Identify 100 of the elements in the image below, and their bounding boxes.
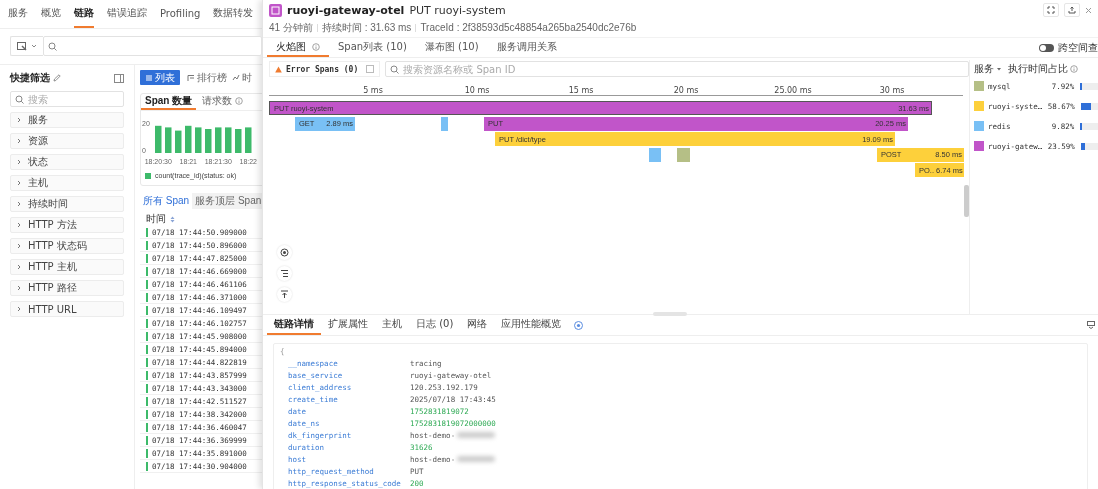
- checkbox[interactable]: [366, 65, 375, 73]
- chevron-icon: [16, 138, 22, 144]
- detail-tab[interactable]: 链路详情: [267, 315, 321, 335]
- view-tab[interactable]: Span列表 (10): [329, 38, 416, 57]
- legend-swatch: [145, 172, 151, 179]
- search-icon: [390, 64, 400, 74]
- chart-bar: [175, 130, 182, 153]
- line-chart-icon: [232, 73, 240, 82]
- search-icon: [48, 41, 57, 51]
- table-tab[interactable]: 服务顶层 Span: [192, 193, 262, 209]
- tool-button[interactable]: [277, 245, 292, 260]
- chart-bar: [225, 127, 232, 153]
- tool-button[interactable]: [277, 287, 292, 302]
- collapse-panel-icon[interactable]: [1087, 321, 1095, 329]
- chart-bar: [195, 127, 202, 153]
- filter-item[interactable]: 资源: [10, 133, 124, 149]
- selector-icon: [17, 41, 27, 51]
- view-tab[interactable]: 服务调用关系: [487, 38, 566, 57]
- export-icon: [1068, 6, 1076, 14]
- filter-item[interactable]: HTTP 状态码: [10, 238, 124, 254]
- info-icon: [312, 42, 320, 51]
- chart-bar: [185, 125, 192, 153]
- detail-tab[interactable]: 日志 (0): [409, 315, 461, 335]
- filter-item[interactable]: 状态: [10, 154, 124, 170]
- panel-icon[interactable]: [114, 73, 124, 83]
- list-icon: [280, 269, 289, 278]
- axis-label: 30 ms: [879, 86, 905, 95]
- filter-item[interactable]: 服务: [10, 112, 124, 128]
- nav-tab[interactable]: 错误追踪: [107, 0, 147, 28]
- column-header[interactable]: 执行时间占比: [1008, 62, 1068, 76]
- chevron-icon: [16, 243, 22, 249]
- detail-tab[interactable]: 扩展属性: [321, 315, 375, 335]
- detail-tab[interactable]: 网络: [460, 315, 495, 335]
- collapse-icon: [280, 290, 289, 299]
- detail-tab[interactable]: 主机: [375, 315, 409, 335]
- filter-item[interactable]: HTTP URL: [10, 301, 124, 317]
- error-spans-label: Error Spans (0): [286, 64, 359, 74]
- chevron-icon: [16, 285, 22, 291]
- column-header[interactable]: 时间: [146, 212, 166, 226]
- view-button[interactable]: 时: [231, 70, 253, 85]
- chart-tab[interactable]: 请求数: [198, 94, 248, 110]
- search-field[interactable]: 搜索: [10, 91, 124, 107]
- chart-tab[interactable]: Span 数量: [141, 94, 197, 110]
- fullscreen-button[interactable]: [1043, 3, 1059, 17]
- view-button[interactable]: 列表: [140, 70, 180, 85]
- resource-title: PUT ruoyi-system: [409, 3, 506, 17]
- axis-label: 10 ms: [464, 86, 490, 95]
- chart-bar: [165, 127, 172, 153]
- edit-icon[interactable]: [53, 74, 61, 82]
- chart-bar: [205, 129, 212, 153]
- axis-label: 25.00 ms: [774, 86, 812, 95]
- search-field[interactable]: [43, 36, 262, 56]
- info-icon: [1070, 65, 1078, 73]
- chevron-icon: [16, 222, 22, 228]
- export-button[interactable]: [1064, 3, 1080, 17]
- column-header[interactable]: 服务: [974, 62, 994, 76]
- view-tab[interactable]: 火焰图: [267, 38, 329, 57]
- nav-tab[interactable]: Profiling: [160, 0, 201, 28]
- filter-item[interactable]: HTTP 方法: [10, 217, 124, 233]
- nav-tab[interactable]: 链路: [74, 0, 94, 28]
- chevron-icon: [16, 180, 22, 186]
- nav-tab[interactable]: 数据转发: [213, 0, 254, 28]
- caret-icon[interactable]: [996, 67, 1002, 71]
- flame-span[interactable]: [441, 116, 448, 131]
- filter-item[interactable]: HTTP 主机: [10, 259, 124, 275]
- caret-icon: [31, 44, 37, 48]
- nav-tab[interactable]: 服务: [8, 0, 28, 28]
- axis-label: 15 ms: [568, 86, 594, 95]
- ranking-icon: [187, 73, 195, 82]
- axis-label: 5 ms: [363, 86, 383, 95]
- chevron-icon: [16, 306, 22, 312]
- view-selector[interactable]: [10, 36, 43, 56]
- info-icon: [235, 97, 244, 105]
- tool-button[interactable]: [277, 266, 292, 281]
- warning-icon: [275, 65, 282, 73]
- filter-item[interactable]: 持续时间: [10, 196, 124, 212]
- target-icon: [280, 248, 289, 257]
- sort-icon[interactable]: [170, 215, 175, 223]
- toggle-switch[interactable]: [1039, 43, 1054, 52]
- nav-tab[interactable]: 概览: [41, 0, 61, 28]
- service-icon: [269, 3, 282, 17]
- close-icon[interactable]: [1085, 6, 1092, 14]
- filter-item[interactable]: 主机: [10, 175, 124, 191]
- scroll-handle[interactable]: [964, 185, 969, 217]
- chart-bar: [245, 127, 252, 153]
- view-button[interactable]: 排行榜: [186, 70, 228, 85]
- search-field[interactable]: 搜索资源名称或 Span ID: [385, 61, 969, 77]
- list-icon: [145, 73, 153, 82]
- view-tab[interactable]: 瀑布图 (10): [415, 38, 488, 57]
- chart-bar: [155, 125, 162, 153]
- chevron-icon: [16, 201, 22, 207]
- trace-meta: TraceId : 2f38593d5c48854a265ba2540dc2e76b: [420, 22, 637, 33]
- chevron-icon: [16, 264, 22, 270]
- trace-meta: 41 分钟前: [269, 20, 313, 35]
- filter-item[interactable]: HTTP 路径: [10, 280, 124, 296]
- chevron-icon: [16, 117, 22, 123]
- fullscreen-icon: [1047, 6, 1055, 14]
- flame-span[interactable]: [649, 147, 661, 162]
- flame-span[interactable]: [677, 147, 690, 162]
- detail-tab[interactable]: 应用性能概览: [494, 315, 569, 335]
